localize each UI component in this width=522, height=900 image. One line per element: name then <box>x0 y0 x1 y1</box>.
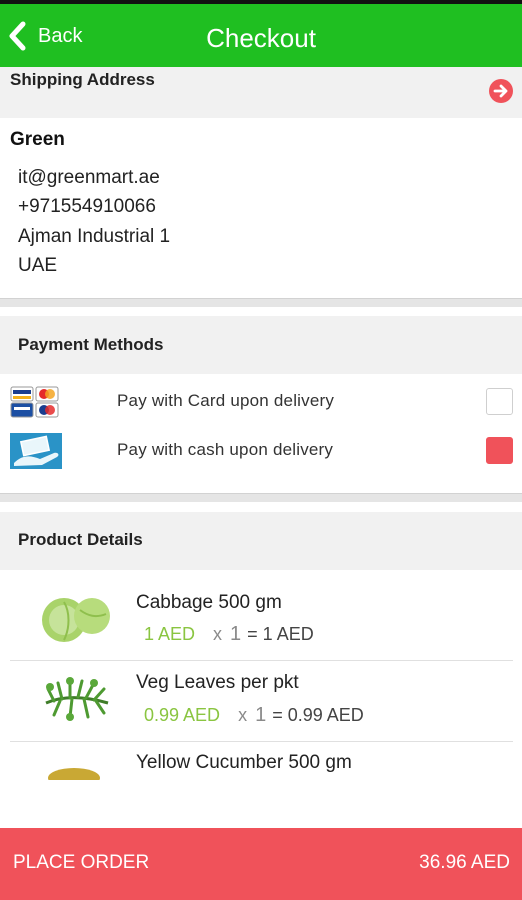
order-total: 36.96 AED <box>419 852 510 873</box>
app-bar: Back Checkout <box>0 4 522 67</box>
back-button[interactable]: Back <box>8 16 82 56</box>
payment-methods-title: Payment Methods <box>18 335 164 354</box>
product-line-total: = 1 AED <box>247 624 314 644</box>
list-item[interactable]: Cabbage 500 gm 1 AED x 1 = 1 AED <box>10 580 513 660</box>
product-quantity: 1 <box>230 623 242 645</box>
product-name: Cabbage 500 gm <box>136 592 282 613</box>
cash-hand-icon <box>10 433 62 469</box>
product-line-total: = 0.99 AED <box>272 705 364 725</box>
product-quantity: 1 <box>255 704 267 726</box>
section-divider <box>0 298 522 307</box>
address-street: Ajman Industrial 1 <box>18 226 171 247</box>
payment-option-card-label: Pay with Card upon delivery <box>117 391 335 410</box>
address-phone: +971554910066 <box>18 196 156 217</box>
yellow-cucumber-image <box>48 768 100 780</box>
product-name: Veg Leaves per pkt <box>136 672 299 693</box>
veg-leaves-image <box>45 677 109 721</box>
product-price-line: 0.99 AED x 1 = 0.99 AED <box>136 704 364 727</box>
chevron-left-icon <box>9 21 26 51</box>
cabbage-image <box>42 598 110 642</box>
shipping-address-title: Shipping Address <box>10 70 155 89</box>
place-order-label: PLACE ORDER <box>13 852 150 873</box>
times-sign: x <box>238 705 248 725</box>
product-unit-price: 0.99 AED <box>144 705 221 725</box>
section-divider <box>0 493 522 502</box>
payment-option-cash-label: Pay with cash upon delivery <box>117 440 334 459</box>
payment-card-checkbox[interactable] <box>486 388 513 415</box>
product-price-line: 1 AED x 1 = 1 AED <box>136 623 314 646</box>
payment-option-card[interactable]: Pay with Card upon delivery <box>0 378 522 424</box>
arrow-right-circle-icon[interactable] <box>488 78 514 104</box>
address-name: Green <box>10 129 65 150</box>
product-name: Yellow Cucumber 500 gm <box>136 752 352 773</box>
times-sign: x <box>213 624 223 644</box>
place-order-button[interactable]: PLACE ORDER 36.96 AED <box>0 828 522 900</box>
address-email: it@greenmart.ae <box>18 167 160 188</box>
credit-cards-icon <box>10 386 59 418</box>
list-item[interactable]: Yellow Cucumber 500 gm <box>10 742 513 782</box>
back-label: Back <box>38 24 83 47</box>
product-details-header: Product Details <box>0 512 522 570</box>
payment-cash-checkbox[interactable] <box>486 437 513 464</box>
shipping-address-header: Shipping Address <box>0 67 522 118</box>
list-item[interactable]: Veg Leaves per pkt 0.99 AED x 1 = 0.99 AED <box>10 661 513 741</box>
product-details-title: Product Details <box>18 530 143 549</box>
payment-option-cash[interactable]: Pay with cash upon delivery <box>0 428 522 474</box>
product-unit-price: 1 AED <box>144 624 196 644</box>
address-country: UAE <box>18 255 58 276</box>
payment-methods-header: Payment Methods <box>0 316 522 374</box>
